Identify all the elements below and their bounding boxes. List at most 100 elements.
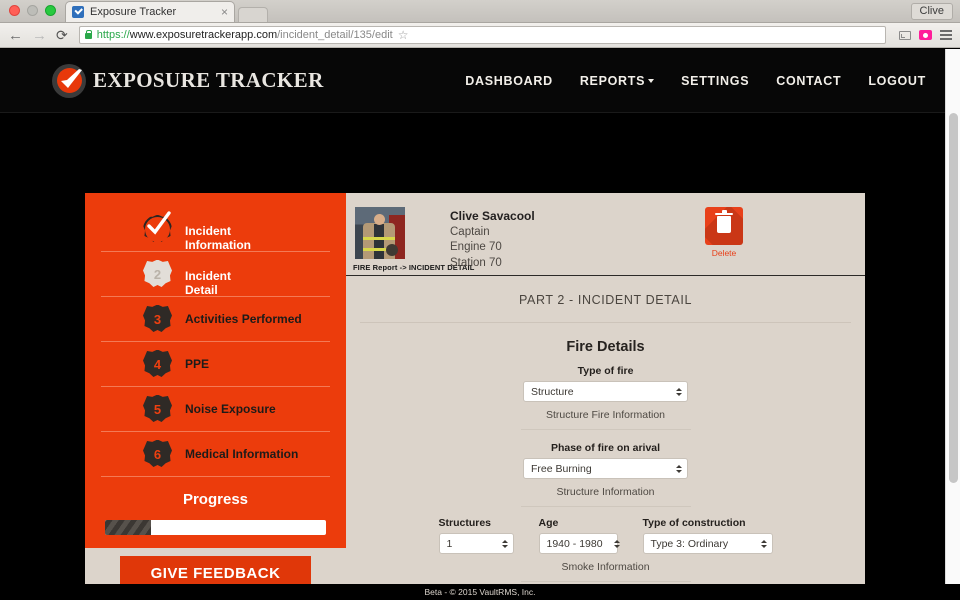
nav-label: SETTINGS [681, 73, 750, 88]
step-number: 6 [153, 446, 162, 462]
section-title-fire-details: Fire Details [566, 339, 645, 355]
field-label: Type of fire [577, 365, 634, 377]
step-number: 5 [153, 401, 162, 417]
delete-block[interactable]: Delete [701, 207, 747, 258]
select-value: Type 3: Ordinary [650, 537, 729, 550]
step-sidebar: Incident Information 2 Incident Detail 3 [85, 193, 346, 590]
url-host: www.exposuretrackerapp.com [129, 29, 278, 41]
nav-item-logout[interactable]: LOGOUT [868, 74, 926, 88]
trash-icon [715, 210, 733, 233]
page-body: Incident Information 2 Incident Detail 3 [0, 113, 960, 600]
close-tab-icon[interactable]: × [221, 6, 228, 18]
caption-smoke-information: Smoke Information [561, 561, 650, 573]
incident-detail-form: Fire Details Type of fire Structure Stru… [346, 323, 865, 600]
browser-tabstrip: Exposure Tracker × Clive [0, 0, 960, 23]
field-age: Age 1940 - 1980 [538, 517, 621, 554]
nav-item-contact[interactable]: CONTACT [776, 74, 841, 88]
tab-title: Exposure Tracker [90, 6, 177, 18]
step-number: 3 [153, 311, 162, 327]
nav-item-reports[interactable]: REPORTS [579, 73, 655, 88]
site-header: EXPOSURE TRACKER DASHBOARD REPORTS SETTI… [0, 49, 960, 113]
camera-icon[interactable] [919, 30, 932, 40]
delete-label: Delete [711, 248, 737, 258]
type-of-fire-select[interactable]: Structure [523, 381, 688, 402]
page-viewport: EXPOSURE TRACKER DASHBOARD REPORTS SETTI… [0, 49, 960, 600]
step-number: 2 [153, 266, 162, 282]
browser-profile-button[interactable]: Clive [910, 3, 953, 20]
construction-select[interactable]: Type 3: Ordinary [642, 533, 773, 554]
address-bar[interactable]: https://www.exposuretrackerapp.com/incid… [78, 26, 886, 44]
step-badge-3: 3 [143, 304, 172, 334]
site-logo[interactable]: EXPOSURE TRACKER [52, 63, 324, 98]
stepper-arrows-icon [675, 387, 683, 396]
field-type-of-construction: Type of construction Type 3: Ordinary [642, 517, 773, 554]
person-name: Clive Savacool [450, 209, 535, 223]
age-select[interactable]: 1940 - 1980 [538, 533, 621, 554]
url-scheme: https:// [96, 29, 130, 41]
select-value: 1940 - 1980 [546, 537, 603, 550]
favicon-icon [72, 6, 84, 18]
page-scrollbar[interactable] [945, 49, 960, 600]
firefighter-photo [355, 207, 405, 259]
cast-icon[interactable] [899, 30, 911, 40]
browser-toolbar: ← → ⟳ https://www.exposuretrackerapp.com… [0, 23, 960, 48]
field-type-of-fire: Type of fire Structure [346, 365, 865, 402]
brand-name: EXPOSURE TRACKER [93, 68, 324, 92]
sidebar-item-medical-information[interactable]: 6 Medical Information [101, 432, 330, 477]
stepper-arrows-icon [501, 539, 509, 548]
close-window-button[interactable] [9, 5, 20, 16]
field-label: Phase of fire on arival [550, 442, 661, 454]
step-badge-5: 5 [143, 394, 172, 424]
page-footer: Beta - © 2015 VaultRMS, Inc. [0, 584, 960, 600]
step-badge-2: 2 [143, 259, 172, 289]
minimize-window-button[interactable] [27, 5, 38, 16]
sidebar-item-incident-detail[interactable]: 2 Incident Detail [101, 252, 330, 297]
part-title: PART 2 - INCIDENT DETAIL [360, 276, 851, 323]
phase-of-fire-select[interactable]: Free Burning [523, 458, 688, 479]
caption-structure-fire-information: Structure Fire Information [545, 409, 666, 421]
back-icon[interactable]: ← [8, 28, 23, 43]
reload-icon[interactable]: ⟳ [56, 28, 68, 42]
maximize-window-button[interactable] [45, 5, 56, 16]
menu-icon[interactable] [940, 30, 952, 40]
nav-label: REPORTS [579, 73, 646, 88]
lock-icon [84, 29, 93, 39]
structures-select[interactable]: 1 [438, 533, 514, 554]
sidebar-item-label: Noise Exposure [185, 402, 276, 416]
nav-item-dashboard[interactable]: DASHBOARD [465, 74, 553, 88]
delete-button[interactable] [705, 207, 743, 245]
check-icon [147, 210, 171, 235]
scrollbar-thumb[interactable] [949, 113, 958, 483]
select-value: 1 [446, 537, 453, 550]
person-station: Station 70 [450, 256, 502, 269]
axe-icon [61, 68, 82, 88]
url-text: https://www.exposuretrackerapp.com/incid… [97, 29, 393, 41]
sidebar-item-activities-performed[interactable]: 3 Activities Performed [101, 297, 330, 342]
forward-icon[interactable]: → [32, 28, 47, 43]
sidebar-item-label: Incident Detail [185, 268, 232, 297]
sidebar-item-noise-exposure[interactable]: 5 Noise Exposure [101, 387, 330, 432]
sidebar-item-ppe[interactable]: 4 PPE [101, 342, 330, 387]
field-label: Age [538, 517, 559, 529]
person-rank: Captain [450, 226, 490, 238]
nav-item-settings[interactable]: SETTINGS [681, 74, 749, 88]
sidebar-item-label: Activities Performed [185, 312, 302, 326]
select-value: Free Burning [531, 462, 592, 475]
bookmark-star-icon[interactable]: ☆ [398, 28, 409, 42]
main-content: FIRE Report -> INCIDENT DETAIL Clive Sav… [346, 193, 865, 600]
profile-photo-block: FIRE Report -> INCIDENT DETAIL [346, 207, 475, 272]
person-info: Clive Savacool Captain Engine 70 Station… [450, 207, 535, 271]
progress-bar-fill [105, 520, 152, 535]
breadcrumb: FIRE Report -> INCIDENT DETAIL [353, 263, 475, 272]
stepper-arrows-icon [613, 539, 621, 548]
sidebar-item-incident-information[interactable]: Incident Information [101, 207, 330, 252]
select-value: Structure [531, 385, 574, 398]
new-tab-button[interactable] [238, 7, 268, 22]
step-badge-6: 6 [143, 439, 172, 469]
step-badge-4: 4 [143, 349, 172, 379]
browser-tab[interactable]: Exposure Tracker × [65, 1, 235, 22]
sidebar-item-label: Incident Information [185, 223, 251, 252]
sidebar-item-label: Medical Information [185, 447, 299, 461]
field-label: Type of construction [642, 517, 746, 529]
field-phase-of-fire: Phase of fire on arival Free Burning [346, 430, 865, 479]
